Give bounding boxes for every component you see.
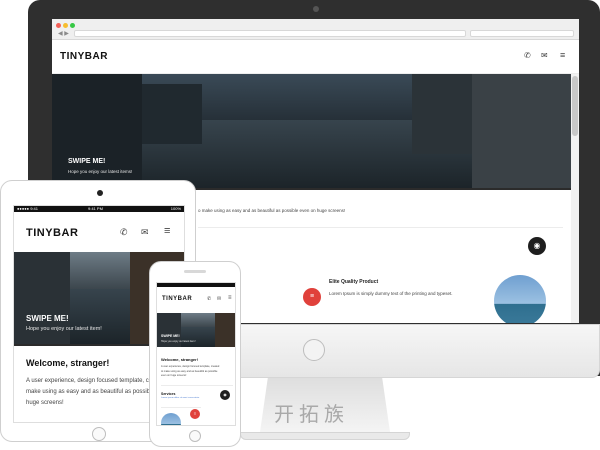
red-menu-button[interactable]: ≡ [190, 409, 200, 419]
minimize-window-icon[interactable] [63, 23, 68, 28]
phone-icon[interactable]: ✆ [120, 227, 128, 238]
phone-feature-thumbnail [161, 413, 181, 425]
maximize-window-icon[interactable] [70, 23, 75, 28]
browser-search-bar[interactable] [470, 30, 574, 37]
mail-icon[interactable]: ✉ [141, 227, 149, 238]
watermark-text: 开拓族 [274, 402, 349, 426]
device-mockup-stage: 开拓族 ◀ ▶ TINYBAR ✆ ✉ ≡ SWIPE ME! Hope you… [0, 0, 600, 450]
tablet-welcome-heading: Welcome, stranger! [26, 358, 110, 368]
desktop-logo[interactable]: TINYBAR [60, 51, 108, 62]
desktop-hero-slider[interactable]: SWIPE ME! Hope you enjoy our latest item… [52, 74, 571, 188]
phone-screen: TINYBAR ✆ ✉ ≡ SWIPE ME! Hope you enjoy o… [156, 282, 236, 426]
phone-services-subtext: Lorem ipsum dolor sit amet consectetur [161, 397, 200, 399]
back-forward-icon[interactable]: ◀ ▶ [58, 30, 69, 37]
desktop-site-header: TINYBAR ✆ ✉ ≡ [52, 40, 579, 74]
desktop-feature-text: Lorem Ipsum is simply dummy text of the … [329, 291, 453, 296]
tablet-home-button[interactable] [92, 427, 106, 441]
tablet-camera [97, 190, 103, 196]
phone-logo[interactable]: TINYBAR [162, 296, 192, 302]
feature-thumbnail [494, 275, 546, 323]
phone-speaker [184, 270, 206, 273]
menu-icon[interactable]: ≡ [164, 225, 170, 237]
phone-site-header: TINYBAR ✆ ✉ ≡ [157, 287, 235, 309]
tablet-logo[interactable]: TINYBAR [26, 227, 78, 239]
phone-frame: TINYBAR ✆ ✉ ≡ SWIPE ME! Hope you enjoy o… [149, 261, 241, 447]
tablet-site-header: TINYBAR ✆ ✉ ≡ [14, 212, 184, 252]
phone-icon[interactable]: ✆ [524, 51, 531, 60]
mail-icon[interactable]: ✉ [217, 296, 221, 302]
desktop-scrollbar[interactable] [571, 74, 579, 323]
desktop-feature-title: Elite Quality Product [329, 279, 379, 285]
mail-icon[interactable]: ✉ [541, 51, 548, 60]
desktop-hero-subtitle: Hope you enjoy our latest items! [68, 169, 133, 174]
red-menu-button[interactable]: ≡ [303, 288, 321, 306]
phone-hero-subtitle: Hope you enjoy our latest item! [161, 340, 196, 343]
phone-body-text: A user experience, design focused templa… [161, 365, 220, 377]
tablet-hero-subtitle: Hope you enjoy our latest item! [26, 326, 102, 332]
imac-camera [313, 6, 319, 12]
phone-icon[interactable]: ✆ [207, 296, 211, 302]
circle-icon-button[interactable]: ◉ [220, 390, 230, 400]
tablet-hero-title: SWIPE ME! [26, 314, 69, 323]
phone-hero-title: SWIPE ME! [161, 334, 180, 338]
imac-stand-foot [240, 432, 410, 440]
desktop-hero-title: SWIPE ME! [68, 158, 106, 165]
menu-icon[interactable]: ≡ [228, 295, 232, 301]
phone-home-button[interactable] [189, 430, 201, 442]
phone-services-heading: Services [161, 392, 176, 396]
browser-chrome: ◀ ▶ [52, 19, 579, 40]
phone-welcome-heading: Welcome, stranger! [161, 357, 199, 362]
imac-logo [303, 339, 325, 361]
circle-icon-button[interactable]: ◉ [528, 237, 546, 255]
menu-icon[interactable]: ≡ [560, 50, 565, 60]
divider [198, 227, 563, 228]
desktop-intro-text: o make using as easy and as beautiful as… [198, 208, 346, 213]
address-bar[interactable] [74, 30, 466, 37]
close-window-icon[interactable] [56, 23, 61, 28]
phone-hero-slider[interactable]: SWIPE ME! Hope you enjoy our latest item… [157, 313, 235, 347]
